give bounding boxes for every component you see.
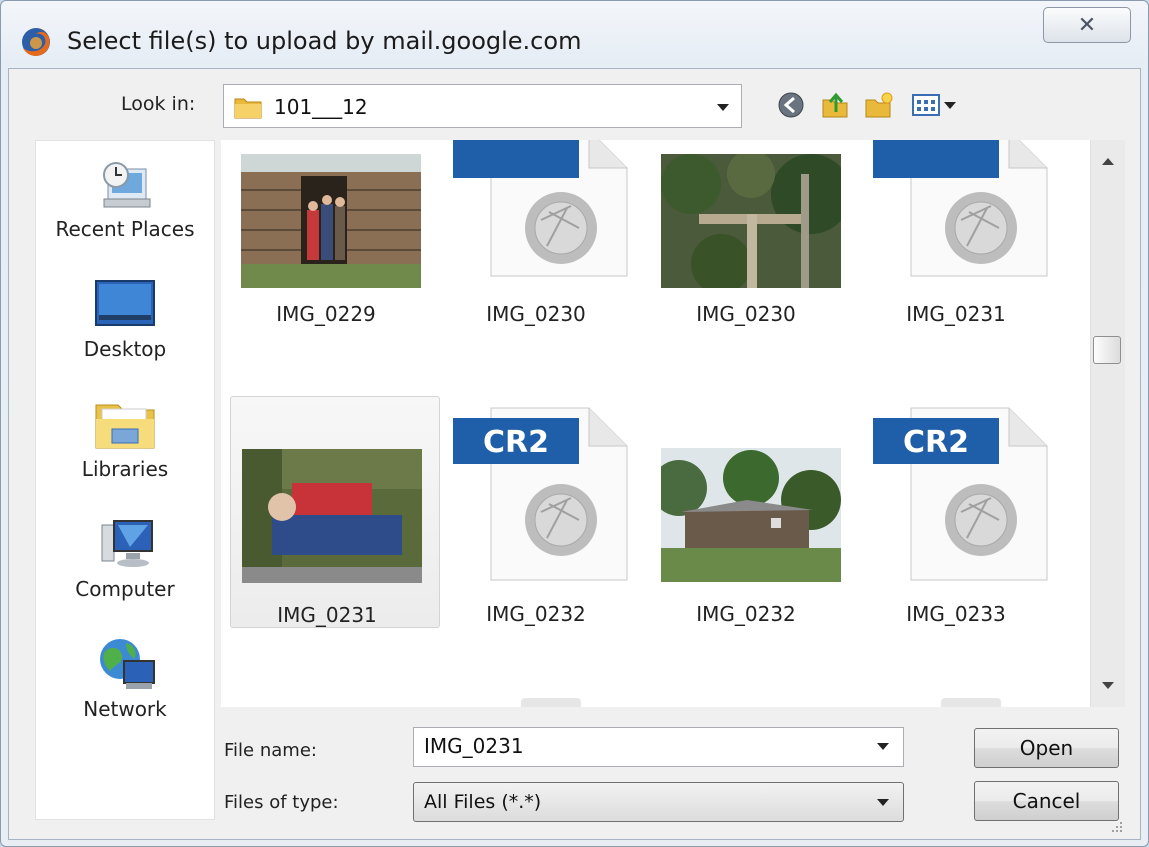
file-name: IMG_0230 xyxy=(696,302,796,326)
places-bar: Recent Places Desktop Libraries Computer xyxy=(35,140,215,820)
view-menu-icon[interactable] xyxy=(910,90,960,120)
place-network[interactable]: Network xyxy=(36,635,214,721)
place-libraries[interactable]: Libraries xyxy=(36,395,214,481)
cr2-file-icon xyxy=(873,140,1048,277)
file-item-img-0229[interactable]: IMG_0229 xyxy=(221,140,431,372)
cancel-button[interactable]: Cancel xyxy=(974,781,1119,821)
cr2-file-icon: CR2 xyxy=(873,407,1048,581)
cr2-file-icon xyxy=(453,140,628,277)
place-desktop[interactable]: Desktop xyxy=(36,275,214,361)
file-list-view[interactable]: IMG_0229 IMG_0230 IMG_0230 IMG_0231 IMG_… xyxy=(221,140,1090,707)
folder-icon xyxy=(234,98,262,119)
partial-file-icon xyxy=(941,698,1001,707)
place-label: Network xyxy=(83,697,167,721)
place-label: Libraries xyxy=(81,457,169,481)
file-name: IMG_0231 xyxy=(277,603,377,627)
place-recent-places[interactable]: Recent Places xyxy=(36,155,214,241)
file-name: IMG_0229 xyxy=(276,302,376,326)
partial-file-icon xyxy=(521,698,581,707)
place-label: Recent Places xyxy=(55,217,195,241)
firefox-icon xyxy=(22,28,50,56)
photo-thumbnail xyxy=(242,449,422,583)
place-computer[interactable]: Computer xyxy=(36,515,214,601)
resize-grip-icon[interactable] xyxy=(1110,820,1124,834)
chevron-down-icon[interactable] xyxy=(717,104,729,111)
file-item-img-0231-cr2[interactable]: IMG_0231 xyxy=(851,140,1061,372)
file-name-value: IMG_0231 xyxy=(424,734,524,758)
scroll-down-icon[interactable] xyxy=(1102,682,1114,689)
file-name: IMG_0232 xyxy=(486,602,586,626)
place-label: Computer xyxy=(75,577,175,601)
files-of-type-value: All Files (*.*) xyxy=(424,791,542,813)
files-of-type-select[interactable]: All Files (*.*) xyxy=(413,782,904,822)
scrollbar-thumb[interactable] xyxy=(1093,336,1121,364)
desktop-icon xyxy=(95,280,155,326)
open-button[interactable]: Open xyxy=(974,728,1119,768)
computer-icon xyxy=(101,520,153,567)
scroll-up-icon[interactable] xyxy=(1102,158,1114,165)
file-item-img-0232-cr2[interactable]: CR2 IMG_0232 xyxy=(431,396,641,628)
chevron-down-icon[interactable] xyxy=(877,799,889,806)
file-name: IMG_0231 xyxy=(906,302,1006,326)
file-item-img-0233-cr2[interactable]: CR2 IMG_0233 xyxy=(851,396,1061,628)
up-folder-icon[interactable] xyxy=(820,90,850,120)
cr2-file-icon: CR2 xyxy=(453,407,628,581)
cr2-badge: CR2 xyxy=(903,425,969,460)
photo-thumbnail xyxy=(241,154,421,288)
file-item-img-0232[interactable]: IMG_0232 xyxy=(641,396,851,628)
files-of-type-label: Files of type: xyxy=(224,792,339,813)
photo-thumbnail xyxy=(661,154,841,288)
close-icon: ✕ xyxy=(1077,12,1097,38)
back-icon[interactable] xyxy=(776,90,806,120)
new-folder-icon[interactable] xyxy=(864,90,894,120)
file-list-scrollbar[interactable] xyxy=(1090,140,1125,707)
recent-places-icon xyxy=(103,162,151,208)
place-label: Desktop xyxy=(83,337,167,361)
file-name: IMG_0232 xyxy=(696,602,796,626)
cr2-badge: CR2 xyxy=(483,425,549,460)
look-in-label: Look in: xyxy=(121,93,196,115)
look-in-dropdown[interactable]: 101___12 xyxy=(223,84,742,128)
file-item-img-0230-cr2[interactable]: IMG_0230 xyxy=(431,140,641,372)
look-in-value: 101___12 xyxy=(274,95,368,119)
window-title: Select file(s) to upload by mail.google.… xyxy=(67,27,582,55)
title-bar[interactable]: Select file(s) to upload by mail.google.… xyxy=(1,1,1148,69)
file-item-img-0231-selected[interactable]: IMG_0231 xyxy=(230,396,440,628)
photo-thumbnail xyxy=(661,448,841,582)
file-name-input[interactable]: IMG_0231 xyxy=(413,727,904,767)
libraries-icon xyxy=(95,404,155,449)
chevron-down-icon[interactable] xyxy=(877,743,889,750)
file-item-img-0230[interactable]: IMG_0230 xyxy=(641,140,851,372)
close-button[interactable]: ✕ xyxy=(1043,7,1131,43)
file-name-label: File name: xyxy=(224,740,317,761)
network-icon xyxy=(100,639,155,689)
file-name: IMG_0233 xyxy=(906,602,1006,626)
file-name: IMG_0230 xyxy=(486,302,586,326)
